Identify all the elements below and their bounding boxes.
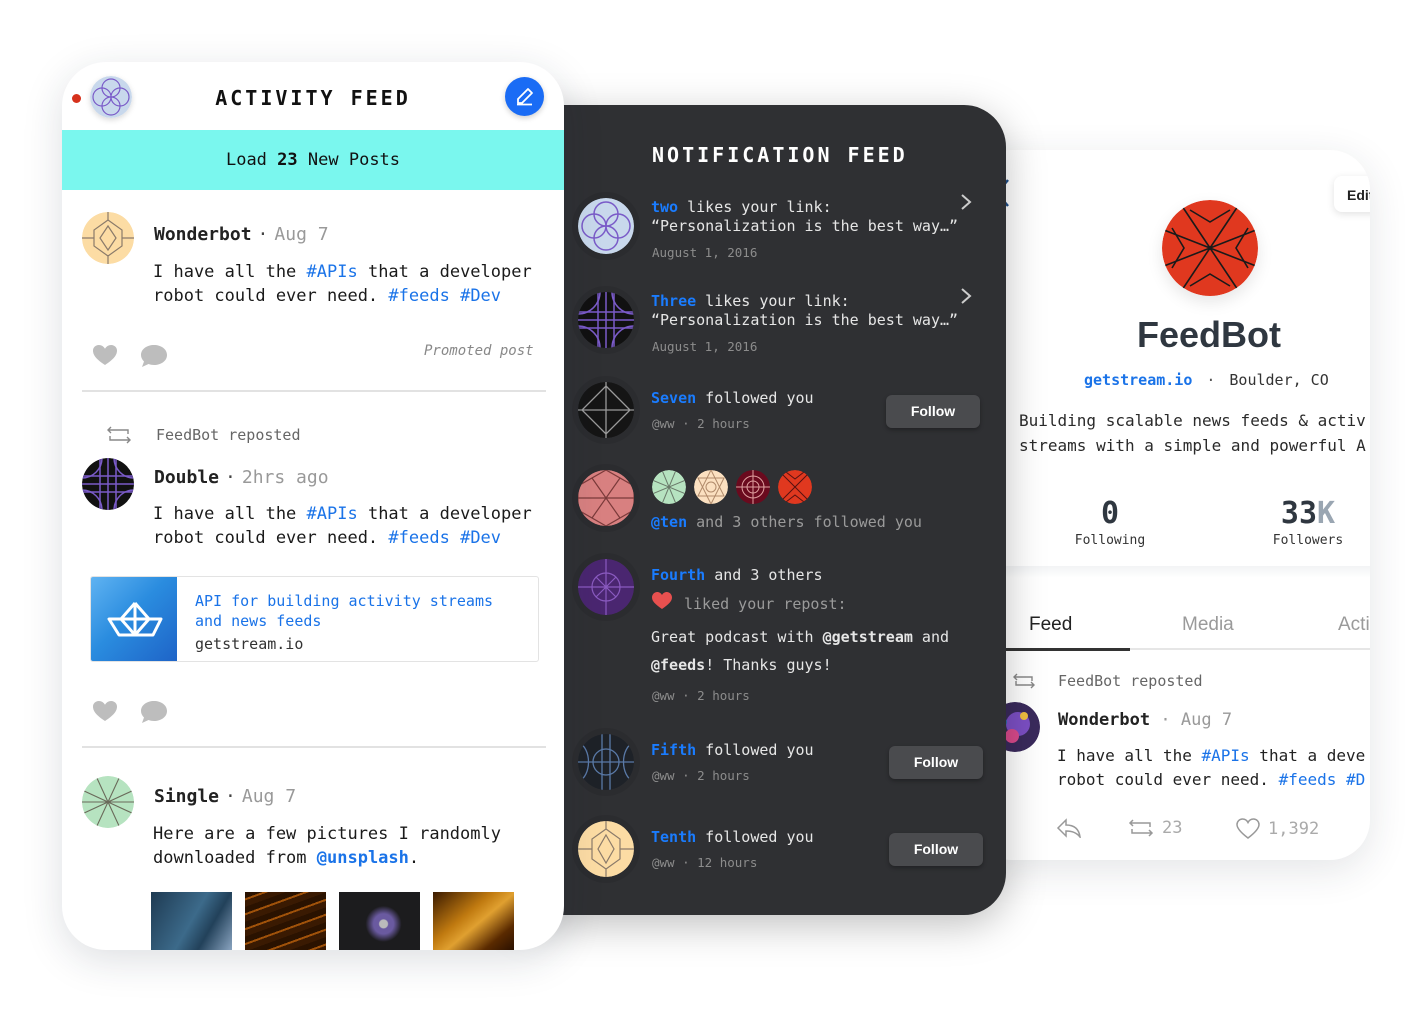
follow-button[interactable]: Follow bbox=[886, 395, 980, 428]
mini-avatar bbox=[694, 470, 728, 504]
heart-icon[interactable] bbox=[92, 344, 118, 366]
hashtag[interactable]: #Dev bbox=[460, 528, 501, 548]
tab-media[interactable]: Media bbox=[1182, 614, 1234, 636]
avatar-fifth bbox=[578, 734, 634, 790]
photo-gallery bbox=[151, 892, 514, 950]
comment-icon[interactable] bbox=[140, 700, 168, 724]
link-preview-card[interactable]: API for building activity streams and ne… bbox=[90, 576, 539, 662]
hashtag[interactable]: #feeds bbox=[388, 286, 449, 306]
reply-icon bbox=[1056, 818, 1081, 838]
post-header: Wonderbot · Aug 7 bbox=[1058, 710, 1233, 730]
post-body: I have all the #APIs that a developer ro… bbox=[153, 504, 532, 548]
photo-thumbnail[interactable] bbox=[151, 892, 232, 950]
link-thumbnail bbox=[91, 577, 177, 661]
like-count: 1,392 bbox=[1268, 819, 1320, 839]
post-body: Here are a few pictures I randomly downl… bbox=[153, 824, 501, 868]
avatar-tenth bbox=[578, 821, 634, 877]
follow-button[interactable]: Follow bbox=[889, 833, 983, 866]
single-avatar[interactable] bbox=[82, 776, 134, 828]
tab-activity[interactable]: Acti bbox=[1338, 614, 1370, 636]
profile-location: Boulder, CO bbox=[1229, 371, 1329, 389]
mention[interactable]: @unsplash bbox=[317, 848, 409, 868]
heart-icon bbox=[652, 592, 672, 609]
post-divider bbox=[82, 746, 546, 748]
profile-name: FeedBot bbox=[1137, 314, 1281, 355]
repost-icon bbox=[1013, 673, 1035, 689]
following-stat[interactable]: 0 Following bbox=[1060, 496, 1160, 548]
post-header: Wonderbot · Aug 7 bbox=[154, 224, 329, 245]
wonderbot-avatar[interactable] bbox=[82, 212, 134, 264]
repost-icon bbox=[1128, 819, 1154, 837]
edit-profile-button[interactable]: Edit bbox=[1334, 176, 1370, 212]
comment-icon[interactable] bbox=[140, 344, 168, 368]
post-date: Aug 7 bbox=[274, 224, 329, 245]
repost-indicator: FeedBot reposted bbox=[1012, 672, 1203, 690]
hashtag[interactable]: #D bbox=[1346, 770, 1365, 789]
repost-count: 23 bbox=[1162, 818, 1183, 838]
post-header: Single · Aug 7 bbox=[154, 786, 297, 807]
hashtag[interactable]: #APIs bbox=[1202, 746, 1250, 765]
compose-button[interactable] bbox=[505, 77, 544, 116]
profile-bio: Building scalable news feeds & activ str… bbox=[1019, 411, 1366, 455]
tabs-separator bbox=[972, 566, 1370, 578]
repost-indicator: FeedBot reposted bbox=[106, 426, 301, 444]
chevron-right-icon[interactable] bbox=[960, 193, 972, 211]
notification-feed-panel: NOTIFICATION FEED two likes your link: “… bbox=[520, 105, 1006, 915]
avatar-seven bbox=[578, 382, 634, 438]
post-author[interactable]: Single bbox=[154, 786, 219, 807]
followers-stat[interactable]: 33K Followers bbox=[1258, 496, 1358, 548]
post-date: Aug 7 bbox=[241, 786, 297, 807]
hashtag[interactable]: #APIs bbox=[307, 504, 358, 524]
boat-logo-icon bbox=[107, 602, 163, 637]
photo-thumbnail[interactable] bbox=[433, 892, 514, 950]
post-author[interactable]: Wonderbot bbox=[154, 224, 252, 245]
post-date: 2hrs ago bbox=[241, 467, 329, 488]
mini-avatar bbox=[778, 470, 812, 504]
hashtag[interactable]: #APIs bbox=[307, 262, 358, 282]
mention[interactable]: @feeds bbox=[651, 656, 705, 674]
heart-outline-icon bbox=[1236, 818, 1260, 839]
profile-avatar bbox=[1162, 200, 1258, 296]
notification-feed-title: NOTIFICATION FEED bbox=[652, 143, 908, 167]
hashtag[interactable]: #feeds bbox=[388, 528, 449, 548]
activity-feed-title: ACTIVITY FEED bbox=[215, 86, 411, 110]
mention[interactable]: @getstream bbox=[823, 628, 913, 646]
like-button[interactable]: 1,392 bbox=[1236, 818, 1319, 840]
post-author[interactable]: Wonderbot bbox=[1058, 710, 1150, 730]
post-header: Double · 2hrs ago bbox=[154, 467, 329, 488]
mini-avatar bbox=[652, 470, 686, 504]
repost-icon bbox=[107, 426, 131, 444]
avatar-two bbox=[578, 198, 634, 254]
reply-button[interactable] bbox=[1056, 818, 1082, 838]
post-body: I have all the #APIs that a developer ro… bbox=[153, 262, 532, 306]
post-body: I have all the #APIs that a deve robot c… bbox=[1057, 746, 1366, 789]
heart-icon[interactable] bbox=[92, 700, 118, 722]
avatar-ten bbox=[578, 470, 634, 526]
profile-card: Edit FeedBot getstream.io·Boulder, CO Bu… bbox=[972, 150, 1370, 860]
chevron-right-icon[interactable] bbox=[960, 287, 972, 305]
post-divider bbox=[82, 390, 546, 392]
activity-feed-panel: ACTIVITY FEED Load 23 New Posts Wonderbo… bbox=[62, 62, 564, 950]
photo-thumbnail[interactable] bbox=[339, 892, 420, 950]
avatar-three bbox=[578, 292, 634, 348]
double-avatar[interactable] bbox=[82, 458, 134, 510]
follow-button[interactable]: Follow bbox=[889, 746, 983, 779]
repost-button[interactable]: 23 bbox=[1128, 818, 1182, 838]
link-domain: getstream.io bbox=[195, 635, 304, 653]
photo-thumbnail[interactable] bbox=[245, 892, 326, 950]
hashtag[interactable]: #Dev bbox=[460, 286, 501, 306]
load-new-posts-button[interactable]: Load 23 New Posts bbox=[62, 130, 564, 190]
hashtag[interactable]: #feeds bbox=[1279, 770, 1337, 789]
post-author[interactable]: Double bbox=[154, 467, 219, 488]
pencil-icon bbox=[517, 88, 533, 106]
promoted-label: Promoted post bbox=[424, 343, 534, 359]
follower-avatars bbox=[652, 470, 812, 504]
profile-website-link[interactable]: getstream.io bbox=[1084, 371, 1192, 389]
avatar-fourth bbox=[578, 559, 634, 615]
post-date: Aug 7 bbox=[1180, 710, 1233, 730]
tab-feed[interactable]: Feed bbox=[1029, 614, 1072, 636]
profile-meta: getstream.io · Boulder, CO bbox=[1084, 371, 1329, 389]
mini-avatar bbox=[736, 470, 770, 504]
